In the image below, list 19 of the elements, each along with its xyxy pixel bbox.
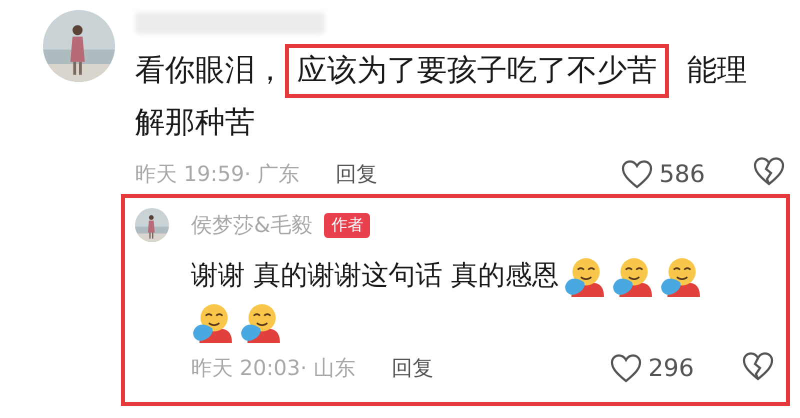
reply-text: 谢谢 真的谢谢这句话 真的感恩 bbox=[191, 260, 560, 291]
time-location: 昨天 20:03· 山东 bbox=[191, 355, 356, 382]
comment-text: 能理 bbox=[687, 53, 747, 88]
comment-text: 解那种苦 bbox=[135, 105, 255, 140]
author-badge: 作者 bbox=[324, 212, 370, 238]
broken-heart-icon bbox=[742, 350, 774, 381]
like-count: 586 bbox=[659, 160, 705, 188]
broken-heart-icon bbox=[753, 156, 785, 186]
hugging-emoji-icon bbox=[239, 301, 281, 344]
time-location: 昨天 19:59· 广东 bbox=[135, 160, 300, 188]
hugging-emoji-icon bbox=[191, 301, 233, 344]
reply-button[interactable]: 回复 bbox=[336, 160, 378, 188]
author-name: 侯梦莎&毛毅 bbox=[191, 212, 312, 239]
highlighted-text: 应该为了要孩子吃了不少苦 bbox=[285, 44, 669, 98]
comment-text: 看你眼泪， bbox=[135, 53, 285, 88]
like-icon bbox=[621, 158, 654, 188]
reply-button[interactable]: 回复 bbox=[392, 354, 434, 382]
like-icon bbox=[610, 353, 642, 384]
like-count: 296 bbox=[648, 354, 694, 382]
